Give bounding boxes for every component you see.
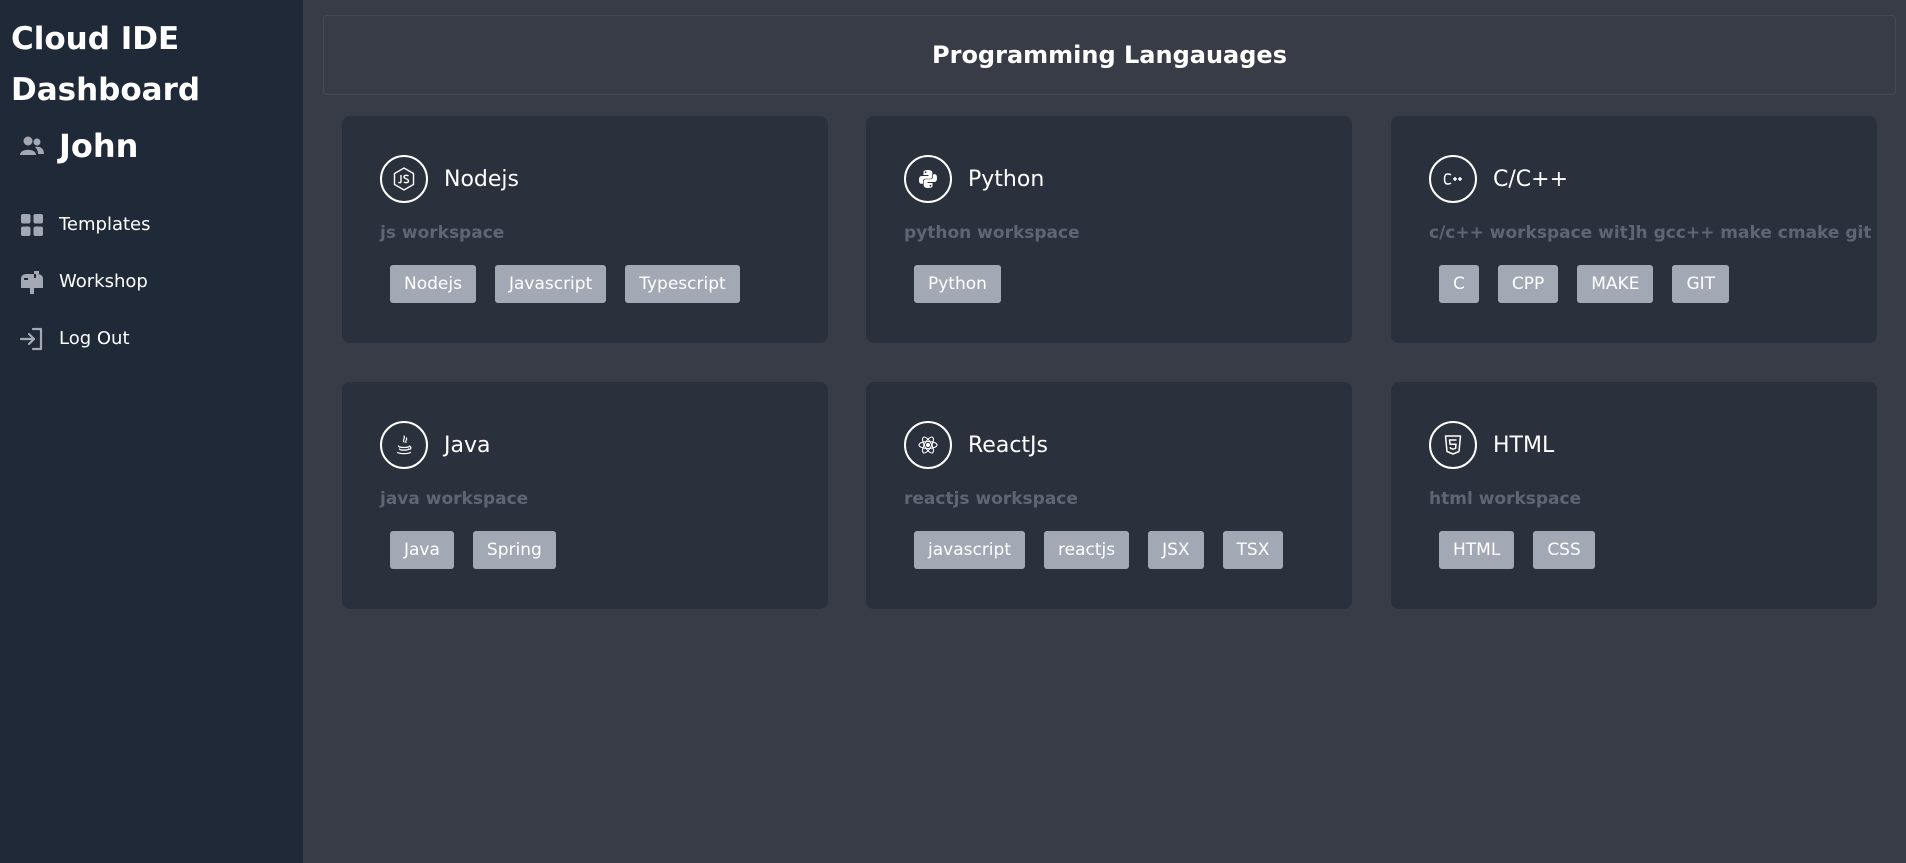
logout-icon bbox=[19, 326, 45, 352]
card-description: c/c++ workspace wit]h gcc++ make cmake g… bbox=[1429, 223, 1872, 243]
tag[interactable]: CSS bbox=[1533, 531, 1595, 569]
card-title: ReactJs bbox=[968, 432, 1048, 458]
sidebar-nav: Templates Workshop Log Out bbox=[11, 196, 292, 367]
tag[interactable]: Java bbox=[390, 531, 454, 569]
tag-list: HTML CSS bbox=[1429, 531, 1839, 569]
html5-icon bbox=[1429, 421, 1477, 469]
tag[interactable]: Spring bbox=[472, 531, 556, 569]
sidebar: Cloud IDE Dashboard John Templates Works… bbox=[0, 0, 303, 863]
user-name: John bbox=[59, 127, 139, 165]
card-description: html workspace bbox=[1429, 489, 1582, 509]
tag[interactable]: Python bbox=[914, 265, 1001, 303]
template-card-python[interactable]: Python python workspace Python bbox=[866, 116, 1352, 343]
card-description: reactjs workspace bbox=[904, 489, 1078, 509]
sidebar-item-logout[interactable]: Log Out bbox=[11, 310, 292, 367]
tag[interactable]: GIT bbox=[1672, 265, 1730, 303]
nodejs-icon bbox=[380, 155, 428, 203]
tag[interactable]: reactjs bbox=[1044, 531, 1130, 569]
tag[interactable]: Nodejs bbox=[390, 265, 476, 303]
card-title: Java bbox=[444, 432, 491, 458]
card-title: Nodejs bbox=[444, 166, 519, 192]
mailbox-icon bbox=[19, 269, 45, 295]
sidebar-item-workshop[interactable]: Workshop bbox=[11, 253, 292, 310]
tag[interactable]: TSX bbox=[1222, 531, 1284, 569]
tag-list: Nodejs Javascript Typescript bbox=[380, 265, 790, 303]
tag-list: Java Spring bbox=[380, 531, 790, 569]
tag[interactable]: Javascript bbox=[494, 265, 607, 303]
main-content: Programming Langauages Nodejs js workspa… bbox=[303, 0, 1906, 863]
sidebar-item-templates[interactable]: Templates bbox=[11, 196, 292, 253]
cpp-icon bbox=[1429, 155, 1477, 203]
card-description: java workspace bbox=[380, 489, 529, 509]
grid-icon bbox=[19, 212, 45, 238]
tag-list: Python bbox=[904, 265, 1314, 303]
page-header: Programming Langauages bbox=[323, 15, 1896, 95]
tag[interactable]: CPP bbox=[1497, 265, 1559, 303]
card-title: Python bbox=[968, 166, 1045, 192]
card-title: HTML bbox=[1493, 432, 1555, 458]
card-description: python workspace bbox=[904, 223, 1080, 243]
java-icon bbox=[380, 421, 428, 469]
template-card-cpp[interactable]: C/C++ c/c++ workspace wit]h gcc++ make c… bbox=[1391, 116, 1877, 343]
template-card-java[interactable]: Java java workspace Java Spring bbox=[342, 382, 828, 609]
sidebar-item-label: Log Out bbox=[59, 328, 130, 349]
tag[interactable]: JSX bbox=[1148, 531, 1204, 569]
user-profile: John bbox=[11, 122, 292, 170]
tag-list: C CPP MAKE GIT bbox=[1429, 265, 1839, 303]
users-icon bbox=[19, 133, 45, 159]
sidebar-item-label: Templates bbox=[59, 214, 151, 235]
template-card-nodejs[interactable]: Nodejs js workspace Nodejs Javascript Ty… bbox=[342, 116, 828, 343]
react-icon bbox=[904, 421, 952, 469]
app-title: Cloud IDE Dashboard bbox=[11, 21, 201, 108]
card-title: C/C++ bbox=[1493, 166, 1569, 192]
tag[interactable]: HTML bbox=[1439, 531, 1515, 569]
card-description: js workspace bbox=[380, 223, 505, 243]
tag-list: javascript reactjs JSX TSX bbox=[904, 531, 1314, 569]
tag[interactable]: javascript bbox=[914, 531, 1025, 569]
tag[interactable]: C bbox=[1439, 265, 1479, 303]
python-icon bbox=[904, 155, 952, 203]
tag[interactable]: Typescript bbox=[625, 265, 740, 303]
tag[interactable]: MAKE bbox=[1577, 265, 1654, 303]
template-card-reactjs[interactable]: ReactJs reactjs workspace javascript rea… bbox=[866, 382, 1352, 609]
page-title: Programming Langauages bbox=[932, 41, 1287, 69]
sidebar-item-label: Workshop bbox=[59, 271, 148, 292]
template-card-html[interactable]: HTML html workspace HTML CSS bbox=[1391, 382, 1877, 609]
